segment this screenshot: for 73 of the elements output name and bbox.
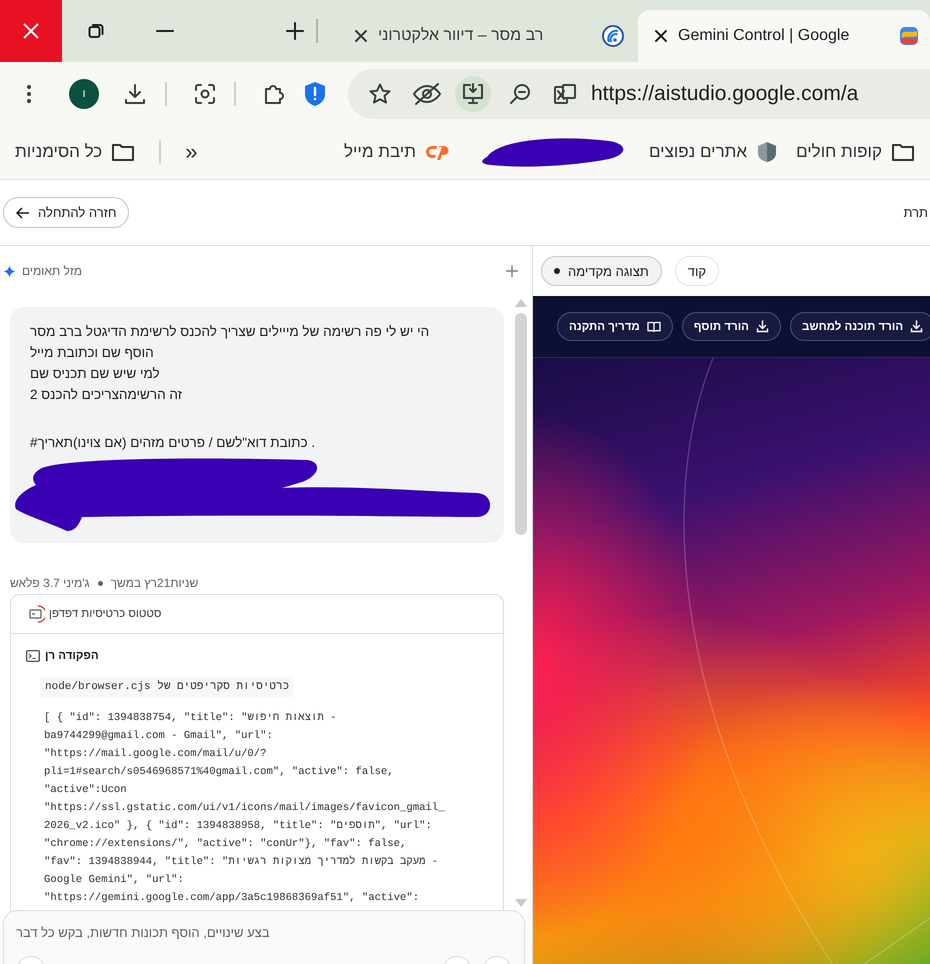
close-icon (23, 23, 39, 39)
zoom-out-icon[interactable] (509, 82, 531, 104)
bookmark-item[interactable]: תיבת מייל (344, 136, 451, 168)
card-title: סטטוס כרטיסיות דפדפן (49, 608, 162, 620)
screenshot-icon[interactable] (193, 82, 217, 106)
code-line: 2026_v2.ico" }, { "id": 1394838958, "title": "תוספים", "url": (44, 819, 433, 834)
eye-off-icon[interactable] (412, 82, 442, 106)
download-icon (910, 320, 924, 333)
message-text: הי יש לי פה רשימה של מייילים שצריך להכנס לרשימת הדיגטל ברב מסר (30, 323, 430, 341)
new-tab-icon[interactable] (286, 22, 304, 40)
colorful-logo-icon (898, 25, 920, 47)
terminal-icon (26, 650, 40, 662)
code-line: pli=1#search/s0546968571%40gmail.com", "active": false, (44, 765, 395, 780)
browser-tab-icon (27, 605, 45, 623)
profile-avatar[interactable]: ו (69, 78, 99, 108)
shield-logo-icon (756, 141, 778, 163)
star-icon[interactable] (368, 82, 392, 106)
cpanel-logo-icon (424, 143, 451, 161)
back-to-start-button[interactable]: חזרה להתחלה (3, 197, 130, 228)
install-app-button[interactable] (455, 76, 491, 112)
code-line: "https://mail.google.com/mail/u/0/? (44, 747, 268, 762)
message-text: הוסף שם וכתובת מייל (30, 344, 155, 362)
message-text: #כתובת דוא"לשם / פרטים מזהים (אם צוינו)תאריך . (30, 434, 316, 452)
restore-window-icon[interactable] (88, 23, 104, 39)
command-label: הפקודה רן (45, 650, 99, 662)
url-text: https://aistudio.google.com/a (591, 82, 858, 106)
model-name-text: ג'מיני 3.7 פלאש (10, 576, 90, 590)
code-line: "https://ssl.gstatic.com/ui/v1/icons/mail/images/favicon_gmail_ (44, 801, 446, 816)
run-duration-text: שניות21רץ במשך (110, 576, 198, 590)
preview-action-button[interactable]: הורד תוסף (682, 312, 781, 341)
code-line: "chrome://extensions/", "active": "conUr"}, "fav": false, (44, 837, 408, 852)
address-bar[interactable]: https://aistudio.google.com/a (348, 68, 930, 118)
browser-tab[interactable]: Gemini Control | Google (638, 10, 930, 62)
close-icon[interactable] (654, 29, 668, 43)
folder-icon (111, 142, 136, 162)
arrow-left-icon (16, 206, 30, 218)
translate-icon[interactable] (553, 82, 577, 106)
separator-dot-icon (98, 580, 103, 586)
sparkle-icon (3, 264, 16, 278)
signal-logo-icon (602, 25, 624, 47)
code-line: "fav": 1394838944, "title": "מעקב בקשות למדריך מצוקות רגשיות - (44, 854, 440, 870)
message-text: למי שיש שם תכניס שם (30, 365, 161, 383)
page-title: תרת (903, 205, 928, 220)
code-line: "active":Ucon (44, 783, 128, 798)
download-icon[interactable] (123, 82, 147, 106)
scrollbar-thumb[interactable] (515, 313, 527, 535)
all-bookmarks-button[interactable]: כל הסימניות (15, 136, 136, 168)
code-line: "https://gemini.google.com/app/3a5c19868369af51", "active": (44, 891, 420, 906)
view-tab[interactable]: תצוגה מקדימה (541, 256, 662, 286)
close-icon[interactable] (354, 29, 368, 43)
book-icon (646, 320, 661, 332)
minimize-window-icon[interactable] (156, 29, 174, 33)
download-icon (756, 320, 769, 333)
code-line: Google Gemini", "url": (44, 873, 185, 888)
bookmark-item[interactable]: אתרים נפוצים (648, 135, 778, 169)
view-tab[interactable]: קוד (674, 256, 720, 286)
monitor-download-icon (461, 82, 485, 106)
browser-tab[interactable]: רב מסר – דיוור אלקטרוני (340, 10, 638, 62)
active-dot-icon (554, 268, 560, 274)
new-chat-plus-icon[interactable] (506, 265, 518, 277)
more-menu-icon[interactable] (26, 84, 32, 104)
bookmark-item[interactable]: קופות חולים (796, 136, 915, 168)
preview-action-button[interactable]: מדריך התקנה (557, 312, 673, 341)
shield-icon[interactable] (304, 80, 326, 106)
command-text: node/browser.cjs כרטיסיות סקריפטים של (40, 677, 294, 697)
code-line: [ { "id": 1394838754, "title": "תוצאות חיפוש - (44, 711, 338, 726)
chat-title: מזל תאומים (22, 264, 82, 278)
preview-action-button[interactable]: הורד תוכנה למחשב (790, 312, 930, 341)
prompt-placeholder: בצע שינויים, הוסף תכונות חדשות, בקש כל דבר (16, 925, 270, 940)
code-line: ba9744299@gmail.com - Gmail", "url": (44, 729, 274, 744)
folder-icon (891, 142, 915, 162)
bookmarks-overflow-button[interactable]: » (185, 139, 198, 165)
message-text: זה הרשימהצריכים להכנס 2 (30, 386, 184, 404)
